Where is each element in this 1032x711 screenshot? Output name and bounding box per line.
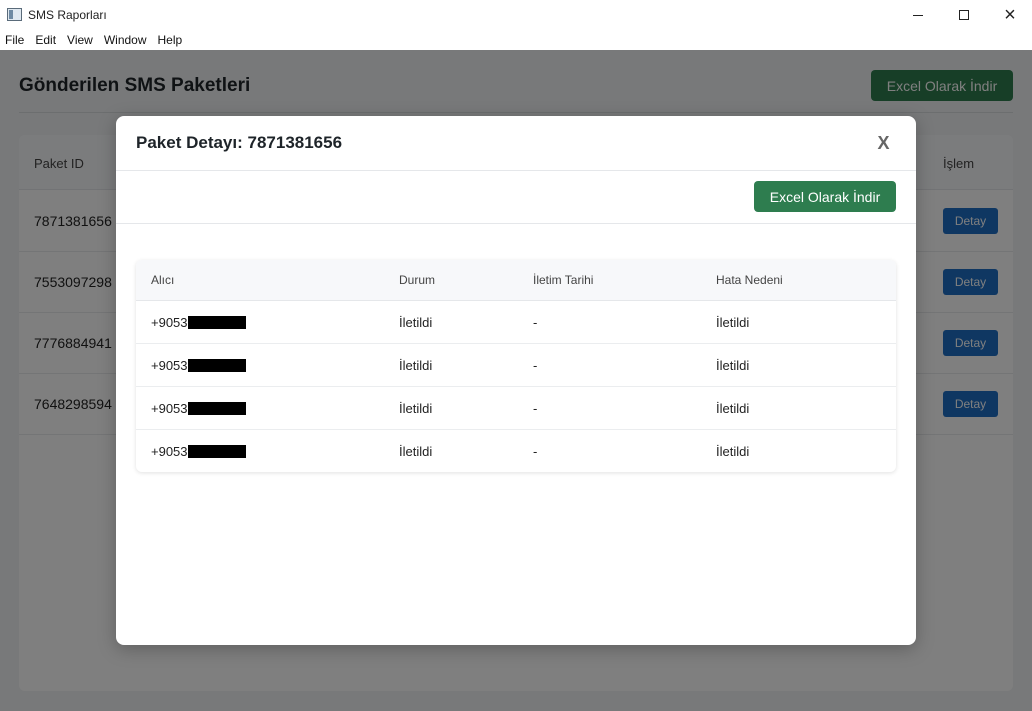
redacted-number (187, 359, 246, 372)
table-row: +9053 İletildi - İletildi (136, 387, 896, 430)
recipient-cell: +9053 (151, 401, 246, 416)
maximize-button[interactable] (941, 0, 987, 30)
close-icon: × (1004, 3, 1016, 26)
recipient-prefix: +9053 (151, 358, 188, 373)
column-header-delivery-date: İletim Tarihi (533, 273, 594, 287)
recipient-prefix: +9053 (151, 444, 188, 459)
maximize-icon (959, 10, 969, 20)
menu-bar: File Edit View Window Help (0, 30, 1032, 50)
window-close-button[interactable]: × (987, 0, 1032, 30)
recipient-cell: +9053 (151, 444, 246, 459)
error-reason-cell: İletildi (716, 401, 750, 416)
modal-excel-export-button[interactable]: Excel Olarak İndir (754, 181, 896, 212)
delivery-date-cell: - (533, 358, 538, 373)
recipient-prefix: +9053 (151, 315, 188, 330)
recipient-cell: +9053 (151, 315, 246, 330)
menu-window[interactable]: Window (104, 33, 147, 47)
modal-title: Paket Detayı: 7871381656 (136, 133, 343, 152)
window-title: SMS Raporları (28, 8, 107, 22)
error-reason-cell: İletildi (716, 444, 750, 459)
status-cell: İletildi (399, 358, 433, 373)
modal-header: Paket Detayı: 7871381656 X (116, 116, 916, 171)
table-row: +9053 İletildi - İletildi (136, 430, 896, 472)
recipient-prefix: +9053 (151, 401, 188, 416)
delivery-date-cell: - (533, 401, 538, 416)
menu-file[interactable]: File (5, 33, 24, 47)
error-reason-cell: İletildi (716, 315, 750, 330)
recipients-table-header: Alıcı Durum İletim Tarihi Hata Nedeni (136, 260, 896, 301)
menu-edit[interactable]: Edit (35, 33, 56, 47)
column-header-recipient: Alıcı (151, 273, 175, 287)
redacted-number (187, 402, 246, 415)
table-row: +9053 İletildi - İletildi (136, 344, 896, 387)
column-header-status: Durum (399, 273, 436, 287)
status-cell: İletildi (399, 401, 433, 416)
modal-toolbar: Excel Olarak İndir (116, 171, 916, 224)
minimize-button[interactable] (895, 0, 941, 30)
error-reason-cell: İletildi (716, 358, 750, 373)
menu-view[interactable]: View (67, 33, 93, 47)
redacted-number (187, 316, 246, 329)
window-titlebar: SMS Raporları × (0, 0, 1032, 30)
recipient-cell: +9053 (151, 358, 246, 373)
menu-help[interactable]: Help (158, 33, 183, 47)
recipients-table: Alıcı Durum İletim Tarihi Hata Nedeni +9… (136, 260, 896, 472)
modal-close-button[interactable]: X (871, 131, 896, 156)
delivery-date-cell: - (533, 444, 538, 459)
delivery-date-cell: - (533, 315, 538, 330)
app-window-icon (7, 8, 22, 21)
column-header-error-reason: Hata Nedeni (716, 273, 783, 287)
table-row: +9053 İletildi - İletildi (136, 301, 896, 344)
minimize-icon (913, 14, 923, 16)
redacted-number (187, 445, 246, 458)
package-detail-modal: Paket Detayı: 7871381656 X Excel Olarak … (116, 116, 916, 645)
status-cell: İletildi (399, 444, 433, 459)
status-cell: İletildi (399, 315, 433, 330)
